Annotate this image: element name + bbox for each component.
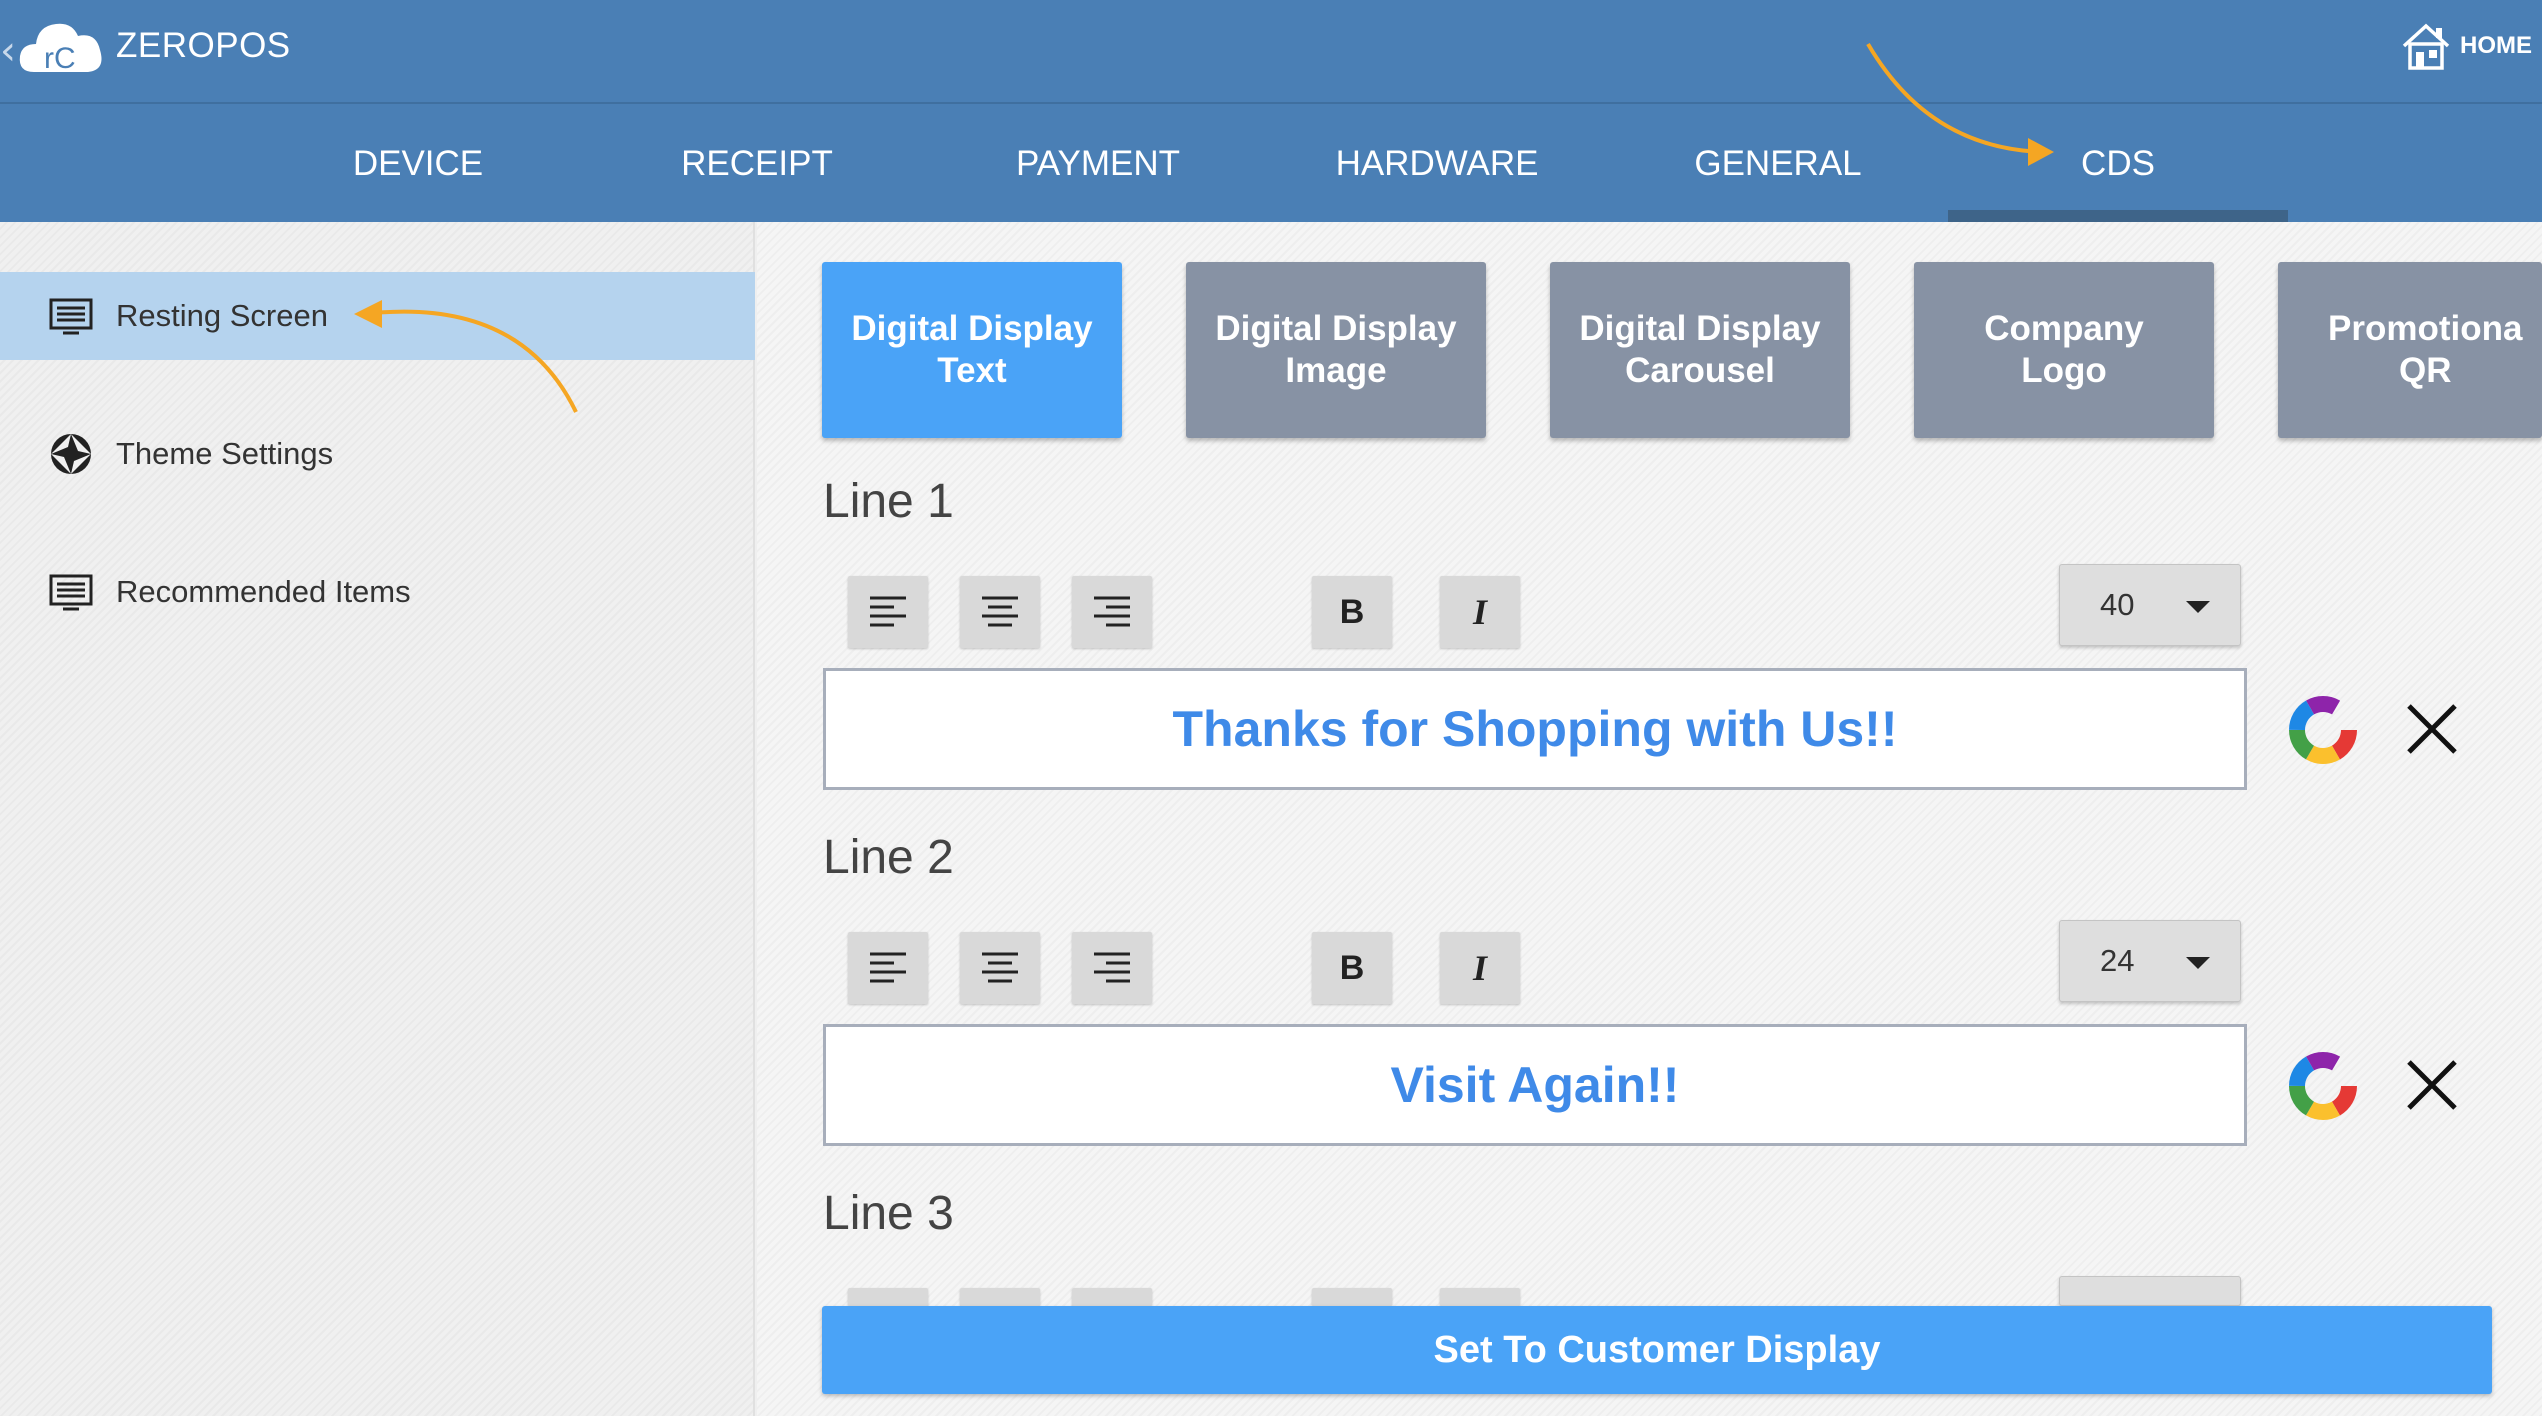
font-size-select[interactable]: 24 bbox=[2059, 920, 2241, 1002]
tab-label: HARDWARE bbox=[1335, 144, 1539, 183]
clear-line-2-icon[interactable] bbox=[2403, 1056, 2461, 1114]
back-chevron-icon[interactable]: ‹ bbox=[0, 28, 16, 74]
app-logo-icon: rC bbox=[19, 23, 102, 75]
align-center-button[interactable] bbox=[960, 1288, 1040, 1306]
aperture-icon bbox=[51, 434, 91, 474]
tab-label: DEVICE bbox=[352, 144, 484, 183]
font-size-select[interactable]: 40 bbox=[2059, 564, 2241, 646]
sidebar-item-label: Resting Screen bbox=[116, 298, 328, 333]
subtab-company-logo[interactable]: Company Logo bbox=[1914, 262, 2214, 438]
align-right-button[interactable] bbox=[1072, 1288, 1152, 1306]
sidebar-item-recommended-items[interactable]: Recommended Items bbox=[0, 548, 755, 636]
line-2-text-input[interactable]: Visit Again!! bbox=[823, 1024, 2247, 1146]
align-left-icon bbox=[870, 596, 906, 627]
align-left-button[interactable] bbox=[848, 576, 928, 648]
main-content: Digital Display Text Digital Display Ima… bbox=[757, 222, 2542, 1416]
align-right-icon bbox=[1094, 596, 1130, 627]
clear-line-1-icon[interactable] bbox=[2403, 700, 2461, 758]
sidebar-item-resting-screen[interactable]: Resting Screen bbox=[0, 272, 755, 360]
align-left-icon bbox=[870, 952, 906, 983]
font-size-value: 40 bbox=[2100, 587, 2135, 622]
font-size-value: 24 bbox=[2100, 943, 2135, 978]
tab-cds[interactable]: CDS bbox=[1948, 104, 2288, 224]
tab-general[interactable]: GENERAL bbox=[1608, 104, 1948, 224]
subtab-digital-display-carousel[interactable]: Digital Display Carousel bbox=[1550, 262, 1850, 438]
tab-hardware[interactable]: HARDWARE bbox=[1267, 104, 1607, 224]
font-size-select[interactable] bbox=[2059, 1276, 2241, 1306]
tab-label: PAYMENT bbox=[1016, 144, 1180, 183]
sidebar-item-label: Theme Settings bbox=[116, 436, 334, 471]
line-1-text-input[interactable]: Thanks for Shopping with Us!! bbox=[823, 668, 2247, 790]
dropdown-arrow-icon bbox=[2186, 601, 2210, 613]
subtab-digital-display-image[interactable]: Digital Display Image bbox=[1186, 262, 1486, 438]
line-1-title: Line 1 bbox=[823, 475, 954, 528]
italic-button[interactable]: I bbox=[1440, 932, 1520, 1004]
align-right-button[interactable] bbox=[1072, 576, 1152, 648]
home-button[interactable]: HOME bbox=[2400, 18, 2532, 74]
sidebar-item-label: Recommended Items bbox=[116, 574, 411, 609]
bold-button[interactable] bbox=[1312, 1288, 1392, 1306]
italic-button[interactable]: I bbox=[1440, 576, 1520, 648]
set-to-customer-display-button[interactable]: Set To Customer Display bbox=[822, 1306, 2492, 1394]
tab-payment[interactable]: PAYMENT bbox=[928, 104, 1268, 224]
tab-receipt[interactable]: RECEIPT bbox=[587, 104, 927, 224]
list-icon bbox=[49, 574, 93, 611]
align-center-icon bbox=[982, 952, 1018, 983]
color-picker-icon[interactable] bbox=[2287, 1050, 2359, 1122]
tab-device[interactable]: DEVICE bbox=[248, 104, 588, 224]
line-2-title: Line 2 bbox=[823, 831, 954, 884]
svg-text:rC: rC bbox=[44, 42, 76, 75]
subtab-digital-display-text[interactable]: Digital Display Text bbox=[822, 262, 1122, 438]
color-picker-icon[interactable] bbox=[2287, 694, 2359, 766]
align-left-button[interactable] bbox=[848, 932, 928, 1004]
settings-tab-bar: DEVICE RECEIPT PAYMENT HARDWARE GENERAL … bbox=[0, 102, 2542, 224]
app-title: ZEROPOS bbox=[116, 26, 291, 65]
dropdown-arrow-icon bbox=[2186, 957, 2210, 969]
subtab-promotional-qr[interactable]: Promotiona QR bbox=[2278, 262, 2542, 438]
top-bar: ‹ rC ZEROPOS HOME bbox=[0, 0, 2542, 102]
line-3-title: Line 3 bbox=[823, 1187, 954, 1240]
tab-label: CDS bbox=[2081, 144, 2155, 183]
sidebar-item-theme-settings[interactable]: Theme Settings bbox=[0, 410, 755, 498]
italic-button[interactable] bbox=[1440, 1288, 1520, 1306]
align-left-button[interactable] bbox=[848, 1288, 928, 1306]
align-right-button[interactable] bbox=[1072, 932, 1152, 1004]
list-icon bbox=[49, 298, 93, 335]
tab-label: GENERAL bbox=[1694, 144, 1862, 183]
sidebar: Resting Screen Theme Settings Recommende… bbox=[0, 222, 755, 1416]
bold-button[interactable]: B bbox=[1312, 576, 1392, 648]
bold-button[interactable]: B bbox=[1312, 932, 1392, 1004]
align-center-icon bbox=[982, 596, 1018, 627]
align-center-button[interactable] bbox=[960, 576, 1040, 648]
home-label: HOME bbox=[2460, 32, 2532, 59]
tab-label: RECEIPT bbox=[681, 144, 833, 183]
align-right-icon bbox=[1094, 952, 1130, 983]
home-icon bbox=[2402, 23, 2450, 70]
align-center-button[interactable] bbox=[960, 932, 1040, 1004]
